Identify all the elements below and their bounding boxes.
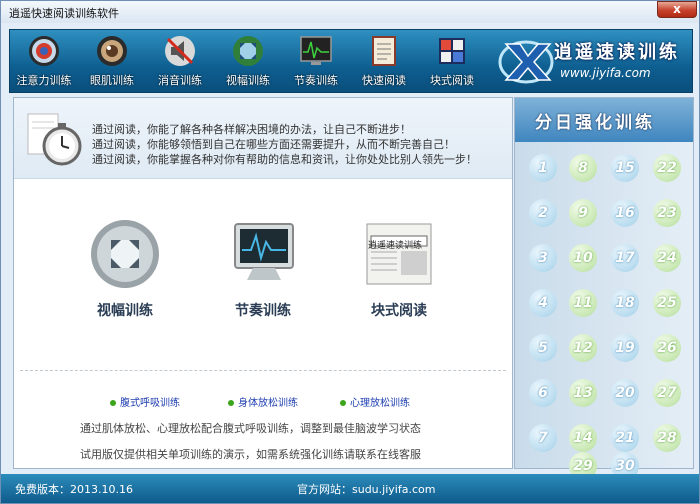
day-button[interactable]: 24 <box>653 244 681 272</box>
toolbar: 注意力训练 眼肌训练 消音训练 视幅训练 节奏训练 快速阅读 块式阅读 逍遥速读… <box>9 29 693 93</box>
feature-label: 节奏训练 <box>235 303 291 319</box>
day-button[interactable]: 26 <box>653 334 681 362</box>
mute-icon <box>165 36 195 66</box>
day-button[interactable]: 9 <box>569 199 597 227</box>
daily-training-panel: 分日强化训练 1 8 15 22 2 9 16 23 3 10 17 24 4 11 18 25 5 12 19 26… <box>514 97 694 480</box>
day-button[interactable]: 1 <box>529 154 557 182</box>
blocks-icon <box>439 38 465 64</box>
expand-icon <box>233 36 263 66</box>
day-button[interactable]: 12 <box>569 334 597 362</box>
banner-line: 通过阅读，你能够领悟到自己在哪些方面还需要提升，从而不断完善自己！ <box>92 138 455 151</box>
feature-label: 视幅训练 <box>97 303 153 319</box>
link-abdominal-breathing[interactable]: 腹式呼吸训练 <box>110 394 180 409</box>
day-button[interactable]: 4 <box>529 289 557 317</box>
toolbar-item-visual-span[interactable]: 视幅训练 <box>218 34 278 90</box>
day-button[interactable]: 14 <box>569 424 597 452</box>
banner-line: 通过阅读，你能了解各种各样解决困境的办法，让自己不断进步！ <box>92 123 411 136</box>
monitor-icon <box>234 223 294 280</box>
bullet-icon <box>110 400 116 406</box>
logo-title: 逍遥速读训练 <box>554 42 680 63</box>
toolbar-item-speed-read[interactable]: 快速阅读 <box>354 34 414 90</box>
newspaper-text: 逍遥速读训练 <box>368 241 423 251</box>
link-mind-relax[interactable]: 心理放松训练 <box>340 394 410 409</box>
toolbar-label: 注意力训练 <box>16 74 72 87</box>
close-button[interactable]: x <box>657 1 697 18</box>
day-button[interactable]: 17 <box>611 244 639 272</box>
toolbar-label: 消音训练 <box>158 74 202 87</box>
book-icon <box>372 36 396 66</box>
day-button[interactable]: 22 <box>653 154 681 182</box>
target-icon <box>29 36 59 66</box>
version-text: 免费版本：2013.10.16 <box>15 483 133 496</box>
panel-title: 分日强化训练 <box>535 113 655 133</box>
feature-visual-span[interactable]: 视幅训练 <box>70 218 180 320</box>
toolbar-label: 节奏训练 <box>294 74 338 87</box>
divider <box>20 370 506 371</box>
toolbar-label: 视幅训练 <box>226 74 270 87</box>
stopwatch-icon <box>27 113 82 166</box>
day-button[interactable]: 19 <box>611 334 639 362</box>
feature-block-read[interactable]: 逍遥速读训练 块式阅读 <box>344 218 454 320</box>
toolbar-item-attention[interactable]: 注意力训练 <box>14 34 74 90</box>
description-line: 通过肌体放松、心理放松配合腹式呼吸训练，调整到最佳脑波学习状态 <box>80 422 421 435</box>
eye-icon <box>97 36 127 66</box>
day-button[interactable]: 23 <box>653 199 681 227</box>
logo-url: www.jiyifa.com <box>560 66 651 80</box>
day-button[interactable]: 3 <box>529 244 557 272</box>
link-body-relax[interactable]: 身体放松训练 <box>228 394 298 409</box>
bullet-icon <box>228 400 234 406</box>
day-button[interactable]: 11 <box>569 289 597 317</box>
day-button[interactable]: 27 <box>653 379 681 407</box>
banner-text: 通过阅读，你能了解各种各样解决困境的办法，让自己不断进步！ 通过阅读，你能够领悟… <box>92 122 477 167</box>
day-button[interactable]: 20 <box>611 379 639 407</box>
day-button[interactable]: 10 <box>569 244 597 272</box>
day-button[interactable]: 7 <box>529 424 557 452</box>
toolbar-label: 眼肌训练 <box>90 74 134 87</box>
day-button[interactable]: 2 <box>529 199 557 227</box>
brand-logo: 逍遥速读训练 www.jiyifa.com <box>498 34 688 90</box>
main-panel: 通过阅读，你能了解各种各样解决困境的办法，让自己不断进步！ 通过阅读，你能够领悟… <box>13 97 513 469</box>
feature-label: 块式阅读 <box>371 303 427 319</box>
day-button[interactable]: 8 <box>569 154 597 182</box>
day-button[interactable]: 28 <box>653 424 681 452</box>
day-button[interactable]: 25 <box>653 289 681 317</box>
toolbar-label: 块式阅读 <box>430 74 474 87</box>
status-bar: 免费版本：2013.10.16 官方网站：sudu.jiyifa.com <box>1 474 699 503</box>
day-button[interactable]: 13 <box>569 379 597 407</box>
bullet-icon <box>340 400 346 406</box>
toolbar-item-block-read[interactable]: 块式阅读 <box>422 34 482 90</box>
banner: 通过阅读，你能了解各种各样解决困境的办法，让自己不断进步！ 通过阅读，你能够领悟… <box>14 98 512 179</box>
toolbar-item-rhythm[interactable]: 节奏训练 <box>286 34 346 90</box>
toolbar-label: 快速阅读 <box>362 74 406 87</box>
app-window: 逍遥快速阅读训练软件 x 注意力训练 眼肌训练 消音训练 视幅训练 节奏训练 快… <box>0 0 700 504</box>
title-bar: 逍遥快速阅读训练软件 x <box>1 1 699 23</box>
day-button[interactable]: 18 <box>611 289 639 317</box>
toolbar-item-eye[interactable]: 眼肌训练 <box>82 34 142 90</box>
newspaper-icon <box>366 223 432 285</box>
day-button[interactable]: 5 <box>529 334 557 362</box>
panel-header: 分日强化训练 <box>515 98 693 142</box>
expand-icon <box>91 220 159 288</box>
day-button[interactable]: 21 <box>611 424 639 452</box>
description-line: 试用版仅提供相关单项训练的演示，如需系统强化训练请联系在线客服 <box>80 448 421 461</box>
logo-x-icon <box>498 40 554 84</box>
day-button[interactable]: 6 <box>529 379 557 407</box>
day-button[interactable]: 16 <box>611 199 639 227</box>
banner-line: 通过阅读，你能掌握各种对你有帮助的信息和资讯，让你处处比别人领先一步！ <box>92 153 477 166</box>
monitor-icon <box>300 36 332 65</box>
toolbar-item-mute[interactable]: 消音训练 <box>150 34 210 90</box>
website-text: 官方网站：sudu.jiyifa.com <box>297 483 436 496</box>
window-title: 逍遥快速阅读训练软件 <box>9 7 119 20</box>
day-button[interactable]: 15 <box>611 154 639 182</box>
feature-rhythm[interactable]: 节奏训练 <box>208 218 318 320</box>
